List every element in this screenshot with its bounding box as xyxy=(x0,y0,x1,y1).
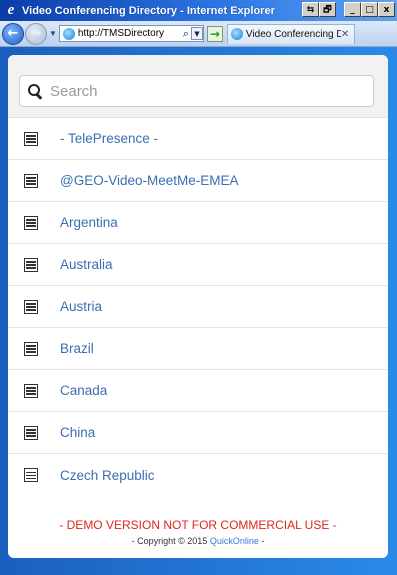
directory-item-label: @GEO-Video-MeetMe-EMEA xyxy=(60,173,239,188)
minimize-button[interactable]: _ xyxy=(344,2,361,17)
tab-favicon-icon xyxy=(230,28,243,40)
directory-item-label: Australia xyxy=(60,257,113,272)
window-title: Video Conferencing Directory - Internet … xyxy=(22,4,275,17)
search-input[interactable] xyxy=(48,81,352,101)
directory-item[interactable]: Brazil xyxy=(8,328,388,370)
directory-item-label: Canada xyxy=(60,383,108,398)
address-search-icon[interactable]: ⌕ xyxy=(183,27,189,41)
list-icon xyxy=(24,425,38,440)
directory-item-label: China xyxy=(60,425,96,440)
directory-item-label: Brazil xyxy=(60,341,94,356)
list-icon xyxy=(24,468,38,482)
close-button[interactable]: x xyxy=(378,2,395,17)
ie-logo-icon: e xyxy=(7,2,15,18)
directory-item[interactable]: Austria xyxy=(8,286,388,328)
site-favicon-icon xyxy=(62,27,75,40)
list-icon xyxy=(24,257,38,272)
page-footer: - DEMO VERSION NOT FOR COMMERCIAL USE - … xyxy=(8,508,388,558)
forward-button[interactable]: → xyxy=(25,22,47,45)
directory-item-label: Austria xyxy=(60,299,103,314)
directory-item[interactable]: Canada xyxy=(8,370,388,412)
maximize-button[interactable]: □ xyxy=(361,2,378,17)
window-controls: ⇆ 🗗 _ □ x xyxy=(302,2,395,17)
directory-item[interactable]: Australia xyxy=(8,244,388,286)
tab-title: Video Conferencing Dir... xyxy=(245,28,341,40)
directory-item[interactable]: - TelePresence - xyxy=(8,118,388,160)
tab-close-icon[interactable]: ✕ xyxy=(341,29,351,40)
back-button[interactable]: ← xyxy=(2,22,24,45)
directory-card: - TelePresence - @GEO-Video-MeetMe-EMEA Ar… xyxy=(8,55,388,558)
search-box[interactable] xyxy=(19,75,374,107)
browser-tab[interactable]: Video Conferencing Dir... ✕ xyxy=(226,23,355,44)
directory-item[interactable]: China xyxy=(8,412,388,454)
copyright: - Copyright © 2015 QuickOnline - xyxy=(131,536,265,546)
list-icon xyxy=(24,299,38,314)
title-bar[interactable]: e Video Conferencing Directory - Interne… xyxy=(0,0,397,21)
copyright-link[interactable]: QuickOnline xyxy=(210,536,259,546)
directory-list: - TelePresence - @GEO-Video-MeetMe-EMEA Ar… xyxy=(8,118,388,496)
directory-item-label: Czech Republic xyxy=(60,467,155,483)
directory-item-label: - TelePresence - xyxy=(60,131,159,146)
directory-item[interactable]: @GEO-Video-MeetMe-EMEA xyxy=(8,160,388,202)
demo-notice: - DEMO VERSION NOT FOR COMMERCIAL USE - xyxy=(59,518,337,532)
history-dropdown-icon[interactable]: ▼ xyxy=(49,29,57,38)
directory-item-label: Argentina xyxy=(60,215,118,230)
search-icon xyxy=(28,84,42,98)
address-bar[interactable]: http://TMSDirectory ⌕ ▼ xyxy=(58,25,204,42)
restore-tile-icon[interactable]: 🗗 xyxy=(319,2,336,17)
directory-item[interactable]: Argentina xyxy=(8,202,388,244)
list-icon xyxy=(24,173,38,188)
list-icon xyxy=(24,215,38,230)
address-dropdown-icon[interactable]: ▼ xyxy=(190,27,203,40)
search-area xyxy=(8,55,388,118)
address-input[interactable]: http://TMSDirectory xyxy=(78,28,183,39)
list-icon xyxy=(24,341,38,356)
pin-icon[interactable]: ⇆ xyxy=(302,2,319,17)
go-button[interactable]: → xyxy=(206,25,223,42)
navigation-toolbar: ← → ▼ http://TMSDirectory ⌕ ▼ → Video Co… xyxy=(0,21,397,47)
browser-window: e Video Conferencing Directory - Interne… xyxy=(0,0,397,575)
list-icon xyxy=(24,383,38,398)
list-icon xyxy=(24,131,38,146)
directory-item[interactable]: Czech Republic xyxy=(8,454,388,496)
